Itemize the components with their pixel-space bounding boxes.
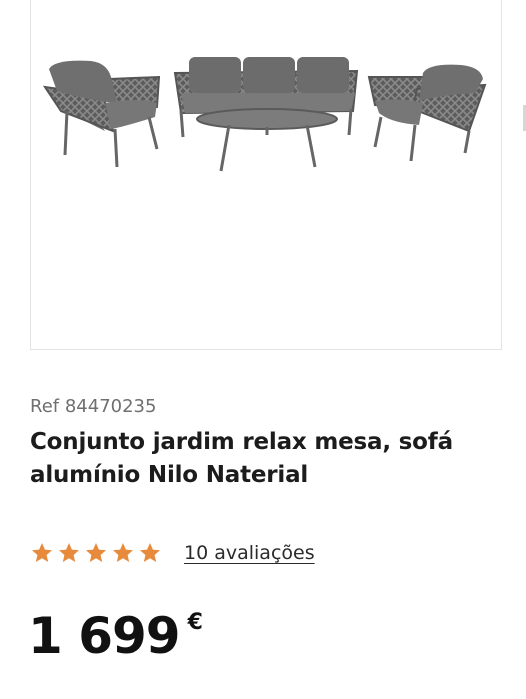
star-icon: [113, 543, 133, 562]
price: 1 699 €: [28, 606, 203, 666]
product-reference: Ref 84470235: [30, 396, 157, 417]
star-icon: [140, 543, 160, 562]
rating-row: 10 avaliações: [30, 538, 315, 568]
star-icon: [86, 543, 106, 562]
price-amount: 1 699: [28, 607, 181, 665]
coffee-table: [196, 108, 338, 172]
reviews-link[interactable]: 10 avaliações: [184, 542, 315, 564]
product-title: Conjunto jardim relax mesa, sofá alumíni…: [30, 429, 453, 488]
left-armchair: [42, 60, 161, 168]
star-icon: [59, 543, 79, 562]
garden-furniture-set-illustration: [42, 57, 487, 172]
star-icon: [32, 543, 52, 562]
price-currency: €: [187, 610, 203, 635]
right-armchair: [367, 64, 487, 162]
product-image[interactable]: [30, 0, 502, 350]
star-rating: [30, 541, 162, 565]
